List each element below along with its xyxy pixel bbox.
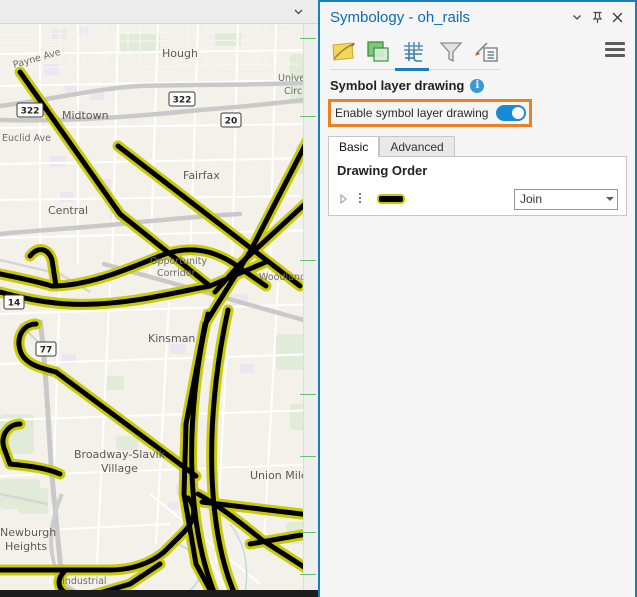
section-title: Symbol layer drawing [330,78,465,93]
edge-tick [300,574,316,575]
symbol-layer-drawing-icon[interactable] [398,36,432,68]
highway-shield: 322 [168,91,196,107]
map-label: Kinsman [148,332,195,345]
row-options-icon[interactable] [355,193,365,205]
map-graphic: HoughPayne AveMidtownEuclid AveUniversit… [0,24,318,597]
panel-pin-icon[interactable] [587,7,607,27]
symbology-panel: Symbology - oh_rails Symbol layer drawin… [318,0,637,597]
enable-symbol-layer-drawing-label: Enable symbol layer drawing [335,106,489,120]
display-filters-icon[interactable] [434,36,468,68]
hamburger-bar [605,48,625,51]
map-label: Fairfax [183,169,220,182]
map-label: Euclid Ave [2,133,51,144]
edge-tick [300,394,316,395]
panel-title: Symbology - oh_rails [330,8,471,26]
svg-text:14: 14 [8,299,21,309]
map-bottom-strip [0,590,318,597]
hamburger-bar [605,54,625,57]
hamburger-menu-icon[interactable] [605,42,625,58]
join-dropdown[interactable]: Join [514,188,618,210]
rail-line-symbol-swatch[interactable] [377,194,405,204]
map-label: Midtown [62,109,109,122]
chevron-down-icon [603,197,617,201]
panel-close-icon[interactable] [607,7,627,27]
drawing-order-row[interactable]: Join [329,185,626,213]
highway-shield: 77 [35,341,57,357]
map-label: Broadway-Slavik [74,448,166,461]
drawing-order-title: Drawing Order [337,163,428,178]
map-pane[interactable]: HoughPayne AveMidtownEuclid AveUniversit… [0,0,318,597]
tab-advanced[interactable]: Advanced [379,136,455,157]
map-canvas[interactable]: HoughPayne AveMidtownEuclid AveUniversit… [0,24,318,597]
map-label: Hough [162,47,198,60]
tab-bar: Basic Advanced [320,135,635,157]
svg-text:77: 77 [40,346,53,356]
toolbar-active-underline [330,68,500,71]
svg-text:20: 20 [225,117,238,127]
tab-content-basic: Drawing Order Join [328,156,627,216]
highway-shield: 14 [3,294,25,310]
map-label: Heights [5,540,47,553]
edge-tick [300,260,316,261]
map-toolbar-chevron-down-icon[interactable] [293,6,304,17]
toggle-knob [512,107,525,119]
section-header: Symbol layer drawing i [320,72,635,97]
tab-basic[interactable]: Basic [328,136,380,157]
map-label: Opportunity [150,256,207,267]
map-label: Woodland [259,272,306,283]
edge-tick [300,116,316,117]
map-label: Central [48,204,88,217]
edge-tick [300,38,316,39]
panel-chevron-down-icon[interactable] [567,7,587,27]
edge-tick [300,456,316,457]
join-dropdown-value: Join [520,192,543,206]
map-label: Industrial [62,576,107,587]
map-vertical-scrollbar[interactable] [300,24,318,597]
info-icon[interactable]: i [470,78,485,93]
hamburger-bar [605,42,625,45]
map-label: Newburgh [0,526,56,539]
map-label: Corridor [157,268,196,279]
edge-tick [300,532,316,533]
enable-symbol-layer-drawing-toggle[interactable] [496,105,527,121]
panel-toolbar [320,32,635,72]
gallery-icon[interactable] [326,36,360,68]
panel-body: Symbol layer drawing i Enable symbol lay… [320,72,635,216]
expand-arrow-icon[interactable] [337,193,349,205]
svg-text:322: 322 [173,96,192,106]
map-label: Village [101,462,138,475]
highway-shield: 20 [220,112,242,128]
properties-icon[interactable] [362,36,396,68]
vary-symbology-by-attributes-icon[interactable] [470,36,504,68]
highway-shield: 322 [16,102,44,118]
panel-titlebar: Symbology - oh_rails [320,2,635,32]
enable-symbol-layer-drawing-row[interactable]: Enable symbol layer drawing [328,99,532,127]
map-toolbar [0,0,318,24]
svg-text:322: 322 [21,107,40,117]
